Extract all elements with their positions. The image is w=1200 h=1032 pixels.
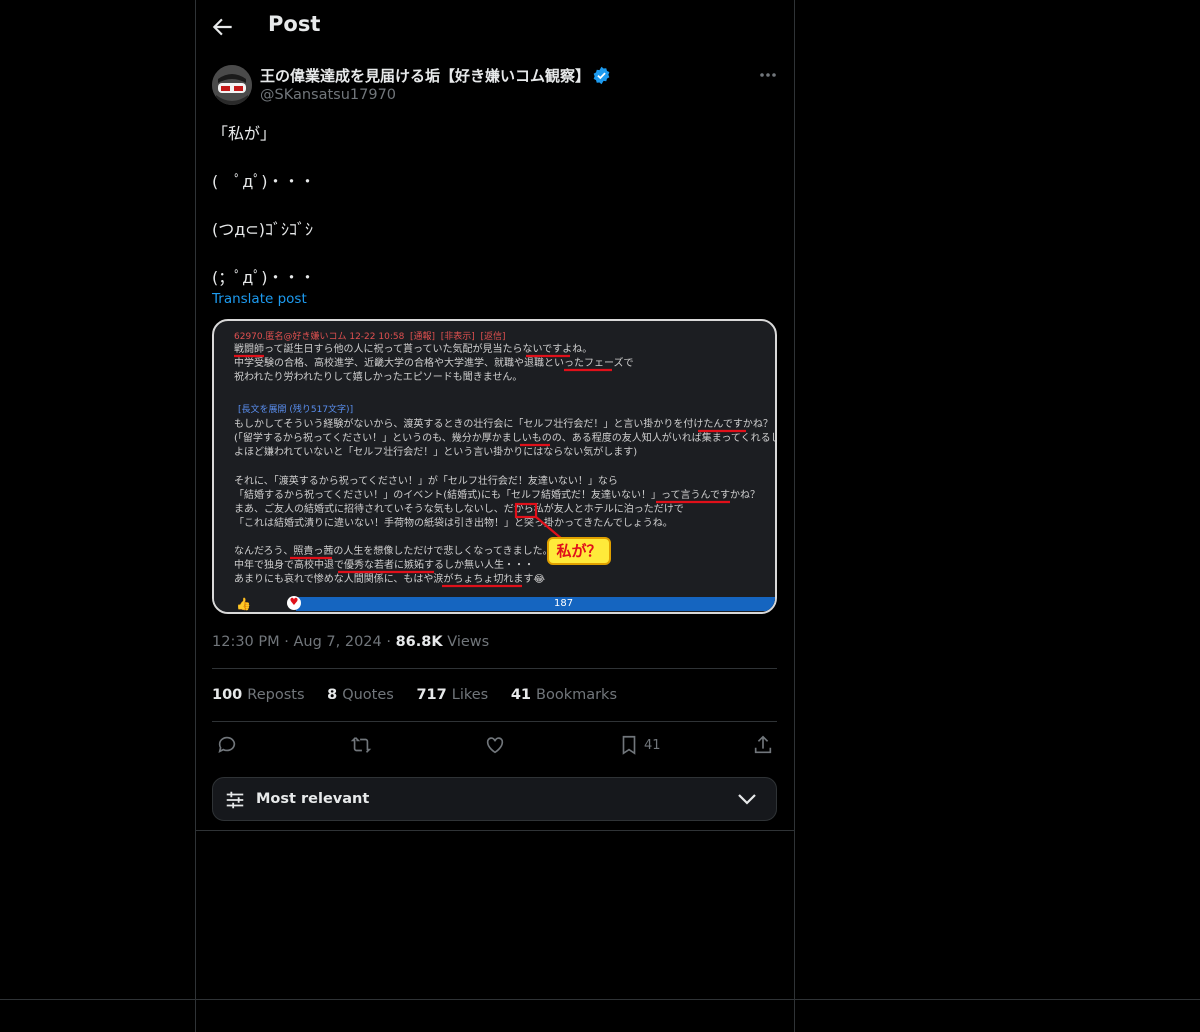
bottom-divider: [0, 999, 1200, 1000]
divider: [212, 721, 777, 722]
red-underline-annotations: [234, 354, 746, 588]
sort-replies-dropdown[interactable]: Most relevant: [212, 777, 777, 821]
like-bar: [296, 597, 775, 611]
translate-post-link[interactable]: Translate post: [212, 291, 307, 307]
verified-badge-icon: [593, 66, 610, 85]
divider: [195, 830, 795, 831]
reply-icon[interactable]: [216, 734, 238, 756]
chevron-down-icon: [738, 794, 756, 805]
sliders-icon: [226, 791, 244, 809]
tweet-text-line: ( ﾟдﾟ)・・・: [212, 172, 316, 191]
image-reaction-bar: 👍 ♥ 187: [214, 594, 775, 612]
quotes-stat[interactable]: 8 Quotes: [327, 687, 412, 703]
bookmark-count: 41: [644, 738, 661, 753]
tweet-text-line: (；ﾟдﾟ)・・・: [212, 268, 316, 287]
post-image[interactable]: 62970.匿名@好き嫌いコム 12-22 10:58 [通報] [非表示] […: [212, 319, 777, 614]
post-stats: 100 Reposts 8 Quotes 717 Likes 41 Bookmarks: [212, 687, 635, 703]
post-timestamp: 12:30 PM · Aug 7, 2024 · 86.8K Views: [212, 634, 490, 650]
callout-bubble: 私が？: [547, 537, 611, 565]
more-options-icon[interactable]: [758, 68, 778, 82]
share-icon[interactable]: [752, 734, 774, 756]
likes-stat[interactable]: 717 Likes: [416, 687, 506, 703]
column-right-border: [794, 0, 795, 1032]
avatar[interactable]: [212, 65, 252, 105]
reposts-stat[interactable]: 100 Reposts: [212, 687, 323, 703]
sort-label: Most relevant: [256, 791, 370, 807]
tweet-text-line: 「私が」: [212, 124, 277, 143]
author-name[interactable]: 王の偉業達成を見届ける垢【好き嫌いコム観察】: [260, 65, 590, 86]
image-like-count: 187: [554, 598, 574, 609]
author-handle[interactable]: @SKansatsu17970: [260, 87, 396, 103]
tweet-text-line: (つд⊂)ｺﾞｼｺﾞｼ: [212, 220, 313, 239]
like-icon[interactable]: [484, 734, 506, 756]
heart-icon: ♥: [287, 596, 301, 610]
repost-icon[interactable]: [350, 734, 372, 756]
bookmark-icon[interactable]: [618, 734, 640, 756]
column-left-border: [195, 0, 196, 1032]
thumbs-up-icon: 👍: [236, 597, 251, 611]
back-arrow-icon[interactable]: [210, 14, 236, 40]
divider: [212, 668, 777, 669]
page-title: Post: [268, 12, 321, 36]
bookmarks-stat[interactable]: 41 Bookmarks: [511, 687, 635, 703]
